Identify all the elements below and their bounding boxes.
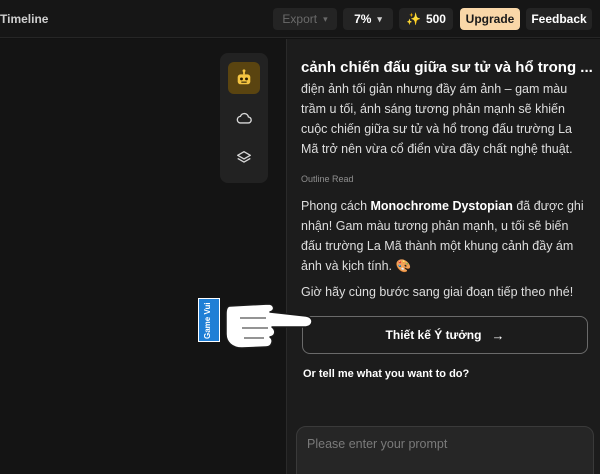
arrow-right-icon: → xyxy=(491,327,505,343)
upgrade-button[interactable]: Upgrade xyxy=(460,8,520,30)
panel-title: cảnh chiến đấu giữa sư tử và hổ trong ..… xyxy=(301,59,593,76)
pointing-hand-icon xyxy=(225,303,313,349)
zoom-select[interactable]: 7% ▾ xyxy=(343,8,393,30)
side-toolbar xyxy=(220,53,268,183)
zoom-label: 7% xyxy=(354,12,372,26)
export-label: Export xyxy=(282,12,318,26)
layers-tool-button[interactable] xyxy=(228,142,260,174)
watermark-logo: Game Vui xyxy=(198,298,220,342)
export-button[interactable]: Export ▾ xyxy=(273,8,337,30)
timeline-title: Timeline xyxy=(0,12,49,26)
prompt-input[interactable] xyxy=(307,437,577,451)
feedback-button[interactable]: Feedback xyxy=(526,8,592,30)
chevron-down-icon: ▾ xyxy=(377,13,382,24)
chat-panel: cảnh chiến đấu giữa sư tử và hổ trong ..… xyxy=(286,39,600,474)
design-idea-button[interactable]: Thiết kế Ý tưởng → xyxy=(302,316,588,354)
assistant-message: điện ảnh tối giản nhưng đầy ám ảnh – gam… xyxy=(301,81,591,159)
sparkle-icon: ✨ xyxy=(406,12,421,26)
style-name: Monochrome Dystopian xyxy=(370,199,513,213)
message-text: điện ảnh tối giản nhưng đầy ám ảnh – gam… xyxy=(301,82,573,156)
cloud-tool-button[interactable] xyxy=(228,102,260,134)
or-tell-link[interactable]: Or tell me what you want to do? xyxy=(303,368,469,380)
cloud-icon xyxy=(236,112,252,124)
prompt-box xyxy=(296,426,594,474)
chevron-down-icon: ▾ xyxy=(323,13,328,24)
credits-count: 500 xyxy=(425,12,446,26)
robot-tool-button[interactable] xyxy=(228,62,260,94)
credits-button[interactable]: ✨ 500 xyxy=(399,8,453,30)
assistant-message: Phong cách Monochrome Dystopian đã được … xyxy=(301,196,591,276)
layers-icon xyxy=(237,151,251,163)
robot-icon xyxy=(237,69,251,85)
design-idea-label: Thiết kế Ý tưởng xyxy=(385,328,482,342)
message-text: Phong cách xyxy=(301,199,371,213)
top-bar: Timeline Export ▾ 7% ▾ ✨ 500 Upgrade Fee… xyxy=(0,0,600,38)
assistant-message: Giờ hãy cùng bước sang giai đoạn tiếp th… xyxy=(301,285,574,299)
watermark-text: Game Vui xyxy=(203,302,212,339)
outline-read-label: Outline Read xyxy=(301,174,354,184)
